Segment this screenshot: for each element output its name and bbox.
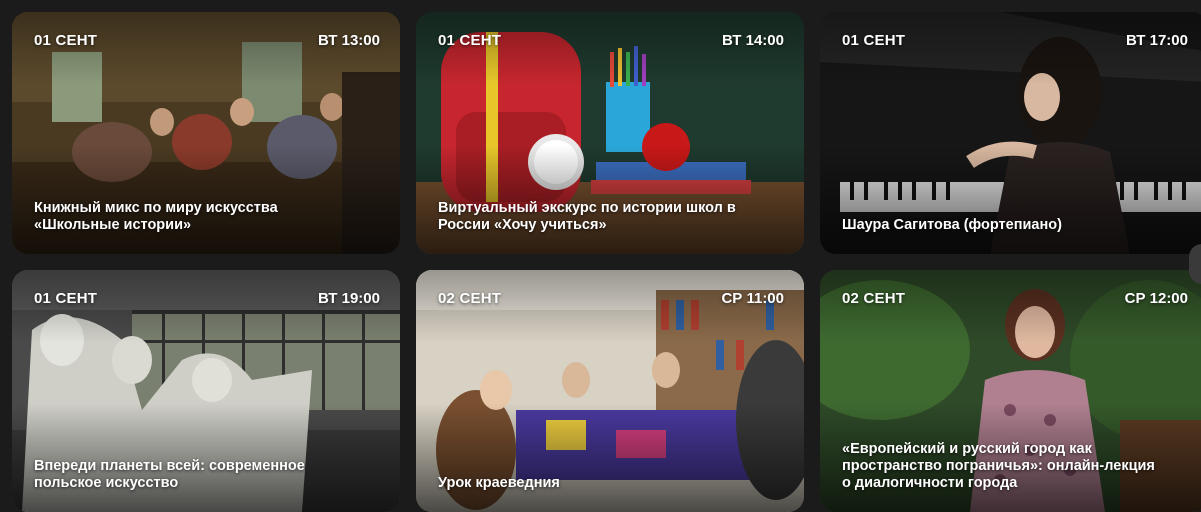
event-title[interactable]: Книжный микс по миру искусства «Школьные… xyxy=(34,200,380,234)
event-title[interactable]: Виртуальный экскурс по истории школ в Ро… xyxy=(438,200,784,234)
event-time: ВТ 19:00 xyxy=(318,290,380,307)
event-time: ВТ 14:00 xyxy=(722,32,784,49)
event-card[interactable]: 02 СЕНТ СР 12:00 «Европейский и русский … xyxy=(820,270,1201,512)
event-date: 02 СЕНТ xyxy=(842,290,906,307)
event-date: 01 СЕНТ xyxy=(438,32,502,49)
event-title[interactable]: «Европейский и русский город как простра… xyxy=(842,441,1188,492)
event-time: СР 11:00 xyxy=(721,290,784,307)
events-grid: 01 СЕНТ ВТ 13:00 Книжный микс по миру ис… xyxy=(12,12,1201,512)
event-date: 02 СЕНТ xyxy=(438,290,502,307)
event-title[interactable]: Впереди планеты всей: современное польск… xyxy=(34,458,380,492)
event-date: 01 СЕНТ xyxy=(34,290,98,307)
event-time: ВТ 17:00 xyxy=(1126,32,1188,49)
event-card[interactable]: 01 СЕНТ ВТ 19:00 Впереди планеты всей: с… xyxy=(12,270,400,512)
event-title[interactable]: Шаура Сагитова (фортепиано) xyxy=(842,217,1188,234)
event-time: ВТ 13:00 xyxy=(318,32,380,49)
event-title[interactable]: Урок краеведния xyxy=(438,475,784,492)
event-card[interactable]: 02 СЕНТ СР 11:00 Урок краеведния xyxy=(416,270,804,512)
event-date: 01 СЕНТ xyxy=(34,32,98,49)
event-card[interactable]: 01 СЕНТ ВТ 14:00 Виртуальный экскурс по … xyxy=(416,12,804,254)
scroll-next-button[interactable] xyxy=(1189,244,1201,284)
event-card[interactable]: 01 СЕНТ ВТ 13:00 Книжный микс по миру ис… xyxy=(12,12,400,254)
event-date: 01 СЕНТ xyxy=(842,32,906,49)
event-card[interactable]: 01 СЕНТ ВТ 17:00 Шаура Сагитова (фортепи… xyxy=(820,12,1201,254)
event-time: СР 12:00 xyxy=(1124,290,1188,307)
